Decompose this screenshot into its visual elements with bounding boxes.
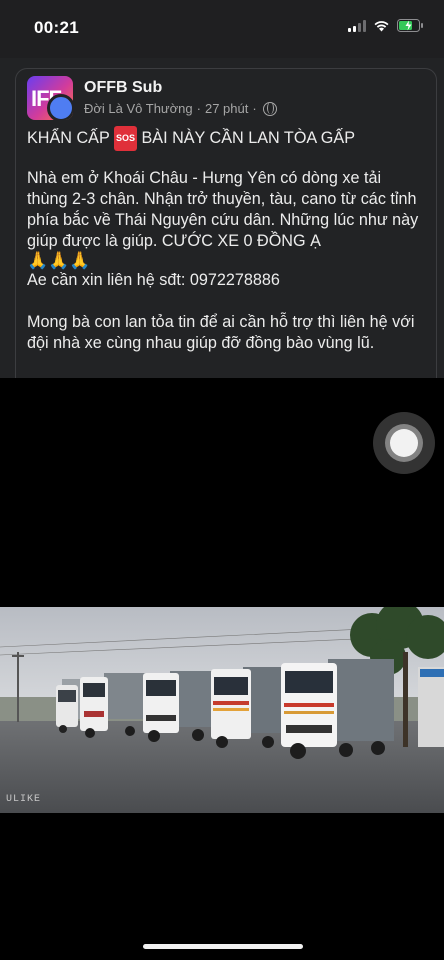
profile-badge xyxy=(47,94,73,120)
assistive-touch-icon[interactable] xyxy=(373,412,435,474)
headline-after: BÀI NÀY CẦN LAN TÒA GẤP xyxy=(141,129,355,147)
post-time[interactable]: 27 phút xyxy=(205,101,248,116)
status-bar: 00:21 xyxy=(0,0,444,58)
status-icons xyxy=(348,19,424,32)
meta-separator: · xyxy=(196,101,201,116)
truck-photo-illustration xyxy=(0,607,444,813)
headline-before: KHẨN CẤP xyxy=(27,129,110,147)
post-paragraph-2: Mong bà con lan tỏa tin để ai cần hỗ trợ… xyxy=(27,312,422,354)
pray-icon: 🙏🙏🙏 xyxy=(27,251,91,270)
group-avatar[interactable]: IFF xyxy=(27,76,73,120)
assistive-touch-core xyxy=(390,429,418,457)
assistive-touch-ring xyxy=(385,424,423,462)
post-author[interactable]: OFFB Sub xyxy=(84,79,162,97)
post-meta: Đời Là Vô Thường · 27 phút · xyxy=(84,101,277,116)
meta-separator-2: · xyxy=(252,101,257,116)
contact-text: Ae cần xin liên hệ sđt: 0972278886 xyxy=(27,271,280,289)
wifi-icon xyxy=(374,21,389,32)
paragraph-1-text: Nhà em ở Khoái Châu - Hưng Yên có dòng x… xyxy=(27,169,419,250)
battery-charging-icon xyxy=(397,19,423,32)
group-name[interactable]: Đời Là Vô Thường xyxy=(84,101,193,116)
signal-icon xyxy=(348,19,366,32)
globe-icon xyxy=(262,101,277,116)
status-time: 00:21 xyxy=(34,18,79,37)
home-indicator[interactable] xyxy=(143,944,303,949)
photo-watermark: ULIKE xyxy=(6,794,42,805)
post-paragraph-1: Nhà em ở Khoái Châu - Hưng Yên có dòng x… xyxy=(27,168,422,252)
paragraph-2-text: Mong bà con lan tỏa tin để ai cần hỗ trợ… xyxy=(27,313,415,352)
pray-emoji-row: 🙏🙏🙏 xyxy=(27,250,422,272)
sos-icon: SOS xyxy=(113,126,137,151)
truck-photo[interactable] xyxy=(0,607,444,813)
post-contact: Ae cần xin liên hệ sđt: 0972278886 xyxy=(27,270,422,291)
post-headline: KHẨN CẤP SOS BÀI NÀY CẦN LAN TÒA GẤP xyxy=(27,126,422,151)
